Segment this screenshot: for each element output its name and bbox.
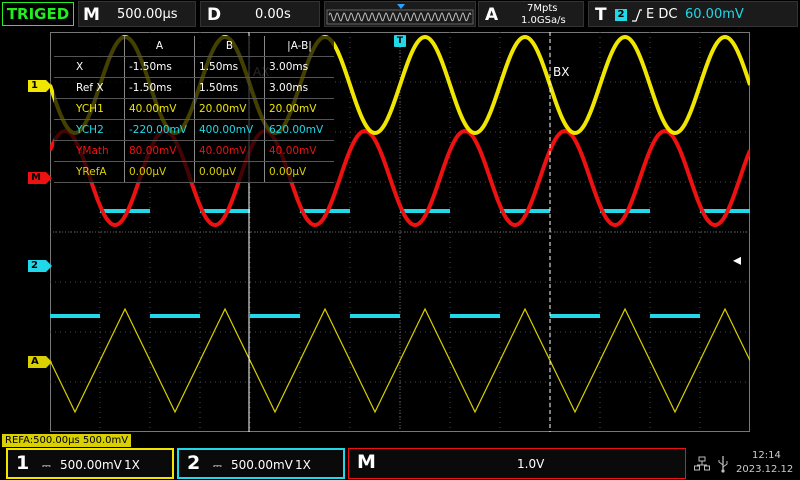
- table-row: YCH1 40.00mV 20.00mV 20.00mV: [54, 98, 334, 120]
- delay-value: 0.00s: [255, 7, 291, 22]
- horizontal-delay-panel[interactable]: D 0.00s: [200, 1, 320, 27]
- cursor-bx-label: BX: [553, 65, 570, 79]
- memory-overview-panel[interactable]: [324, 1, 476, 27]
- trigger-level: 60.00mV: [685, 7, 744, 22]
- table-cell: 20.00mV: [264, 98, 334, 120]
- ch2-position-marker[interactable]: 2: [28, 260, 52, 272]
- ch1-position-marker[interactable]: 1: [28, 80, 52, 92]
- ch2-probe: 1X: [295, 458, 311, 472]
- ch2-number: 2: [187, 452, 201, 474]
- table-cell: YCH2: [54, 119, 125, 141]
- table-cell: YCH1: [54, 98, 125, 120]
- trigger-letter: T: [595, 5, 607, 25]
- acquisition-panel[interactable]: A 7Mpts 1.0GSa/s: [478, 1, 584, 27]
- acquisition-letter: A: [485, 5, 499, 25]
- cursor-measurement-table: A B |A-B| X -1.50ms 1.50ms 3.00ms Ref X -1.50…: [54, 36, 334, 183]
- top-status-bar: TRIGED M 500.00µs D 0.00s A 7Mpts 1.0GSa…: [0, 0, 800, 30]
- table-cell: 0.00µV: [124, 161, 195, 183]
- table-cell: 3.00ms: [264, 56, 334, 78]
- table-row: X -1.50ms 1.50ms 3.00ms: [54, 56, 334, 78]
- table-cell: 0.00µV: [264, 161, 334, 183]
- table-header: A: [124, 36, 195, 57]
- ref-a-position-marker[interactable]: A: [28, 356, 52, 368]
- table-header-row: A B |A-B|: [54, 36, 334, 57]
- ch2-scale: 500.00mV: [231, 458, 293, 472]
- trigger-status: TRIGED: [2, 2, 74, 26]
- math-status-panel[interactable]: M 1.0V: [348, 448, 686, 479]
- table-cell: 0.00µV: [194, 161, 265, 183]
- table-cell: 40.00mV: [264, 140, 334, 162]
- clock-time: 12:14: [752, 450, 781, 461]
- table-cell: 3.00ms: [264, 77, 334, 99]
- math-value: 1.0V: [517, 457, 545, 471]
- table-cell: 1.50ms: [194, 56, 265, 78]
- table-cell: -1.50ms: [124, 56, 195, 78]
- table-cell: 20.00mV: [194, 98, 265, 120]
- table-header: [54, 36, 125, 57]
- clock-date: 2023.12.12: [736, 464, 794, 475]
- rising-edge-icon: [632, 9, 642, 22]
- sample-rate: 1.0GSa/s: [521, 15, 566, 26]
- dc-coupling-icon: ⎓: [213, 459, 222, 472]
- table-cell: 620.00mV: [264, 119, 334, 141]
- table-header: |A-B|: [264, 36, 334, 57]
- table-cell: 80.00mV: [124, 140, 195, 162]
- table-cell: 400.00mV: [194, 119, 265, 141]
- table-cell: X: [54, 56, 125, 78]
- usb-icon: [718, 456, 728, 473]
- table-cell: Ref X: [54, 77, 125, 99]
- ch1-probe: 1X: [124, 458, 140, 472]
- table-cell: -1.50ms: [124, 77, 195, 99]
- trigger-panel[interactable]: T 2 E DC 60.00mV: [588, 1, 798, 27]
- horizontal-letter: M: [83, 5, 100, 25]
- table-row: Ref X -1.50ms 1.50ms 3.00ms: [54, 77, 334, 99]
- trigger-source-badge: 2: [615, 9, 627, 21]
- table-cell: 1.50ms: [194, 77, 265, 99]
- math-position-marker[interactable]: M: [28, 172, 52, 184]
- table-cell: 40.00mV: [194, 140, 265, 162]
- horizontal-timebase-panel[interactable]: M 500.00µs: [78, 1, 196, 27]
- trigger-level-arrow-icon[interactable]: ◂: [733, 250, 741, 269]
- waveform-overview-icon: [326, 4, 474, 25]
- timebase-value: 500.00µs: [117, 7, 178, 22]
- ch2-status-panel[interactable]: 2 ⎓ 500.00mV 1X: [177, 448, 345, 479]
- table-cell: -220.00mV: [124, 119, 195, 141]
- trigger-position-marker[interactable]: T: [394, 35, 406, 47]
- ch1-scale: 500.00mV: [60, 458, 122, 472]
- math-letter: M: [357, 451, 376, 473]
- table-row: YMath 80.00mV 40.00mV 40.00mV: [54, 140, 334, 162]
- table-row: YCH2 -220.00mV 400.00mV 620.00mV: [54, 119, 334, 141]
- table-cell: YMath: [54, 140, 125, 162]
- ref-a-waveform: [50, 307, 750, 414]
- trigger-description: E DC: [646, 7, 678, 22]
- ch1-status-panel[interactable]: 1 ⎓ 500.00mV 1X: [6, 448, 174, 479]
- network-icon: [694, 456, 710, 471]
- table-row: YRefA 0.00µV 0.00µV 0.00µV: [54, 161, 334, 183]
- memory-depth: 7Mpts: [527, 3, 558, 14]
- table-cell: 40.00mV: [124, 98, 195, 120]
- table-header: B: [194, 36, 265, 57]
- table-cell: YRefA: [54, 161, 125, 183]
- ref-a-info-label: REFA:500.00µs 500.0mV: [2, 434, 132, 447]
- delay-letter: D: [207, 5, 222, 25]
- ch1-number: 1: [16, 452, 30, 474]
- dc-coupling-icon: ⎓: [42, 459, 51, 472]
